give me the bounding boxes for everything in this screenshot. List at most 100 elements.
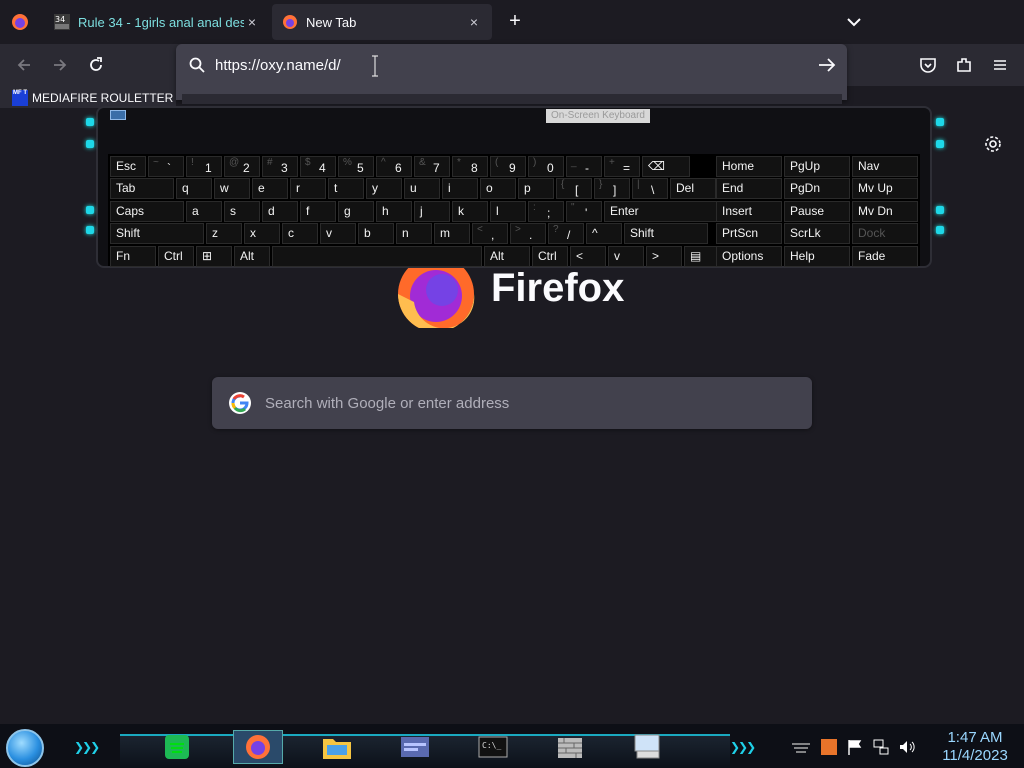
key-4-6[interactable]: Ctrl <box>532 245 568 267</box>
url-input[interactable]: https://oxy.name/d/ <box>215 57 341 74</box>
key-1-1[interactable]: q <box>176 178 212 200</box>
key-0-14[interactable]: ⌫ <box>642 156 690 177</box>
nav-key-prtscn[interactable]: PrtScn <box>716 223 782 245</box>
tab-new-tab[interactable]: New Tab × <box>272 4 492 40</box>
key-3-4[interactable]: v <box>320 223 356 245</box>
taskbar-spotify[interactable] <box>152 730 202 764</box>
key-1-11[interactable]: {[ <box>556 178 592 200</box>
key-3-6[interactable]: n <box>396 223 432 245</box>
chevron-down-icon[interactable] <box>844 12 864 32</box>
nav-key-fade[interactable]: Fade <box>852 245 918 267</box>
key-4-0[interactable]: Fn <box>110 245 156 267</box>
key-1-13[interactable]: | \ <box>632 178 668 200</box>
nav-key-home[interactable]: Home <box>716 156 782 177</box>
nav-key-end[interactable]: End <box>716 178 782 200</box>
nav-key-pgdn[interactable]: PgDn <box>784 178 850 200</box>
key-4-9[interactable]: > <box>646 245 682 267</box>
nav-key-mv-up[interactable]: Mv Up <box>852 178 918 200</box>
taskbar-osk[interactable] <box>622 730 672 764</box>
key-0-1[interactable]: ~ ` <box>148 156 184 177</box>
key-4-5[interactable]: Alt <box>484 245 530 267</box>
key-3-5[interactable]: b <box>358 223 394 245</box>
key-3-12[interactable]: Shift <box>624 223 708 245</box>
firefox-view-icon[interactable] <box>10 12 30 32</box>
reload-button[interactable] <box>84 54 108 76</box>
key-1-3[interactable]: e <box>252 178 288 200</box>
key-2-8[interactable]: k <box>452 200 488 222</box>
taskbar-firewall[interactable] <box>545 730 595 764</box>
key-0-0[interactable]: Esc <box>110 156 146 177</box>
key-1-9[interactable]: o <box>480 178 516 200</box>
nav-key-options[interactable]: Options <box>716 245 782 267</box>
key-0-13[interactable]: + = <box>604 156 640 177</box>
url-bar[interactable]: https://oxy.name/d/ <box>176 44 847 100</box>
nav-key-mv-dn[interactable]: Mv Dn <box>852 200 918 222</box>
key-3-2[interactable]: x <box>244 223 280 245</box>
key-2-9[interactable]: l <box>490 200 526 222</box>
nav-key-pgup[interactable]: PgUp <box>784 156 850 177</box>
nav-key-scrlk[interactable]: ScrLk <box>784 223 850 245</box>
key-0-6[interactable]: % 5 <box>338 156 374 177</box>
close-icon[interactable]: × <box>244 14 260 30</box>
network-icon[interactable] <box>872 738 890 756</box>
taskbar-app[interactable] <box>390 730 440 764</box>
key-3-11[interactable]: ^ <box>586 223 622 245</box>
key-3-10[interactable]: ? / <box>548 223 584 245</box>
clock[interactable]: 1:47 AM 11/4/2023 <box>930 729 1020 765</box>
close-icon[interactable]: × <box>466 14 482 30</box>
key-0-4[interactable]: #3 <box>262 156 298 177</box>
key-4-4[interactable] <box>272 245 482 267</box>
tab-rule34[interactable]: 34 Rule 34 - 1girls anal anal destru × <box>44 4 270 40</box>
key-1-0[interactable]: Tab <box>110 178 174 200</box>
key-1-10[interactable]: p <box>518 178 554 200</box>
key-4-8[interactable]: v <box>608 245 644 267</box>
nav-key-dock[interactable]: Dock <box>852 223 918 245</box>
key-0-8[interactable]: & 7 <box>414 156 450 177</box>
key-2-7[interactable]: j <box>414 200 450 222</box>
key-0-2[interactable]: ! 1 <box>186 156 222 177</box>
nav-key-insert[interactable]: Insert <box>716 200 782 222</box>
key-1-7[interactable]: u <box>404 178 440 200</box>
key-2-11[interactable]: " ' <box>566 200 602 222</box>
key-2-2[interactable]: s <box>224 200 260 222</box>
key-2-0[interactable]: Caps <box>110 200 184 222</box>
gear-icon[interactable] <box>984 135 1002 153</box>
pocket-button[interactable] <box>916 54 940 76</box>
key-0-7[interactable]: ^ 6 <box>376 156 412 177</box>
forward-button[interactable] <box>48 54 72 76</box>
key-0-3[interactable]: @2 <box>224 156 260 177</box>
new-tab-button[interactable]: + <box>505 10 525 34</box>
go-arrow-icon[interactable] <box>816 55 838 75</box>
key-2-3[interactable]: d <box>262 200 298 222</box>
key-0-12[interactable]: _ - <box>566 156 602 177</box>
nav-key-pause[interactable]: Pause <box>784 200 850 222</box>
desktop-lines-icon[interactable] <box>790 738 812 756</box>
key-2-1[interactable]: a <box>186 200 222 222</box>
key-3-9[interactable]: >. <box>510 223 546 245</box>
key-3-7[interactable]: m <box>434 223 470 245</box>
app-tray-icon[interactable] <box>820 738 838 756</box>
key-2-4[interactable]: f <box>300 200 336 222</box>
key-4-7[interactable]: < <box>570 245 606 267</box>
key-0-5[interactable]: $4 <box>300 156 336 177</box>
key-1-6[interactable]: y <box>366 178 402 200</box>
key-1-2[interactable]: w <box>214 178 250 200</box>
start-button[interactable] <box>6 729 44 767</box>
nav-key-nav[interactable]: Nav <box>852 156 918 177</box>
key-2-5[interactable]: g <box>338 200 374 222</box>
taskbar-explorer[interactable] <box>312 730 362 764</box>
volume-icon[interactable] <box>898 738 916 756</box>
key-3-3[interactable]: c <box>282 223 318 245</box>
key-1-14[interactable]: Del <box>670 178 716 200</box>
key-2-10[interactable]: :; <box>528 200 564 222</box>
key-4-2[interactable]: ⊞ <box>196 245 232 267</box>
key-3-8[interactable]: <, <box>472 223 508 245</box>
key-1-4[interactable]: r <box>290 178 326 200</box>
flag-icon[interactable] <box>846 738 864 756</box>
taskbar-firefox[interactable] <box>233 730 283 764</box>
key-1-12[interactable]: }] <box>594 178 630 200</box>
back-button[interactable] <box>12 54 36 76</box>
key-2-6[interactable]: h <box>376 200 412 222</box>
key-1-8[interactable]: i <box>442 178 478 200</box>
taskbar-terminal[interactable]: C:\_ <box>468 730 518 764</box>
